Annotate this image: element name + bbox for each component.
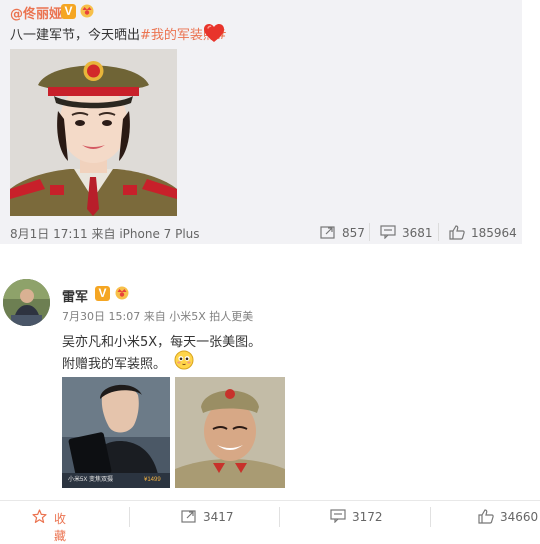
- reposted-weibo-card: @佟丽娅 V 八一建军节，今天晒出#我的军装照# 8月1日 17:11 来自 i…: [0, 0, 522, 244]
- divider: [430, 507, 431, 527]
- original-like-count: 185964: [471, 226, 517, 240]
- divider: [438, 223, 439, 241]
- repost-count: 3417: [203, 510, 234, 524]
- member-crown-icon: [114, 284, 130, 300]
- divider: [369, 223, 370, 241]
- original-post-time[interactable]: 8月1日 17:11: [10, 227, 88, 241]
- star-icon: [32, 509, 47, 524]
- favorite-label: 收藏: [54, 512, 67, 543]
- original-author[interactable]: @佟丽娅: [10, 3, 62, 22]
- military-uniform-photo[interactable]: [10, 49, 177, 216]
- post-text-line: 吴亦凡和小米5X，每天一张美图。: [62, 335, 262, 350]
- blush-emoji-icon: [174, 350, 194, 370]
- original-text: 八一建军节，今天晒出#我的军装照#: [10, 28, 227, 43]
- original-comment-count: 3681: [402, 226, 433, 240]
- verified-badge-icon: V: [95, 286, 110, 301]
- thumbs-up-icon: [478, 509, 494, 524]
- member-crown-icon: [79, 2, 95, 18]
- comment-count: 3172: [352, 510, 383, 524]
- repost-icon: [320, 225, 336, 239]
- post-author[interactable]: 雷军: [62, 286, 88, 305]
- divider: [279, 507, 280, 527]
- military-uniform-photo[interactable]: [175, 377, 285, 488]
- heart-emoji-icon: [203, 23, 225, 43]
- verified-badge-icon: V: [61, 4, 76, 19]
- post-meta: 7月30日 15:07 来自 小米5X 拍人更美: [62, 310, 254, 323]
- post-action-bar: [0, 500, 540, 535]
- thumbs-up-icon: [449, 225, 465, 240]
- comment-icon: [330, 509, 346, 523]
- ad-price: ¥1499: [144, 477, 161, 483]
- original-repost-count: 857: [342, 226, 365, 240]
- phone-ad-photo[interactable]: 小米5X 变焦双摄 ¥1499: [62, 377, 170, 488]
- original-post-source[interactable]: iPhone 7 Plus: [119, 227, 199, 241]
- like-count: 34660: [500, 510, 539, 524]
- post-text-line: 附赠我的军装照。: [62, 357, 167, 372]
- repost-icon: [181, 509, 197, 523]
- ad-caption: 小米5X 变焦双摄: [68, 475, 113, 483]
- divider: [129, 507, 130, 527]
- post-source[interactable]: 小米5X 拍人更美: [169, 310, 253, 323]
- original-post-meta: 8月1日 17:11 来自 iPhone 7 Plus: [10, 227, 200, 241]
- post-time[interactable]: 7月30日 15:07: [62, 310, 140, 323]
- comment-icon: [380, 225, 396, 239]
- avatar[interactable]: [3, 279, 50, 326]
